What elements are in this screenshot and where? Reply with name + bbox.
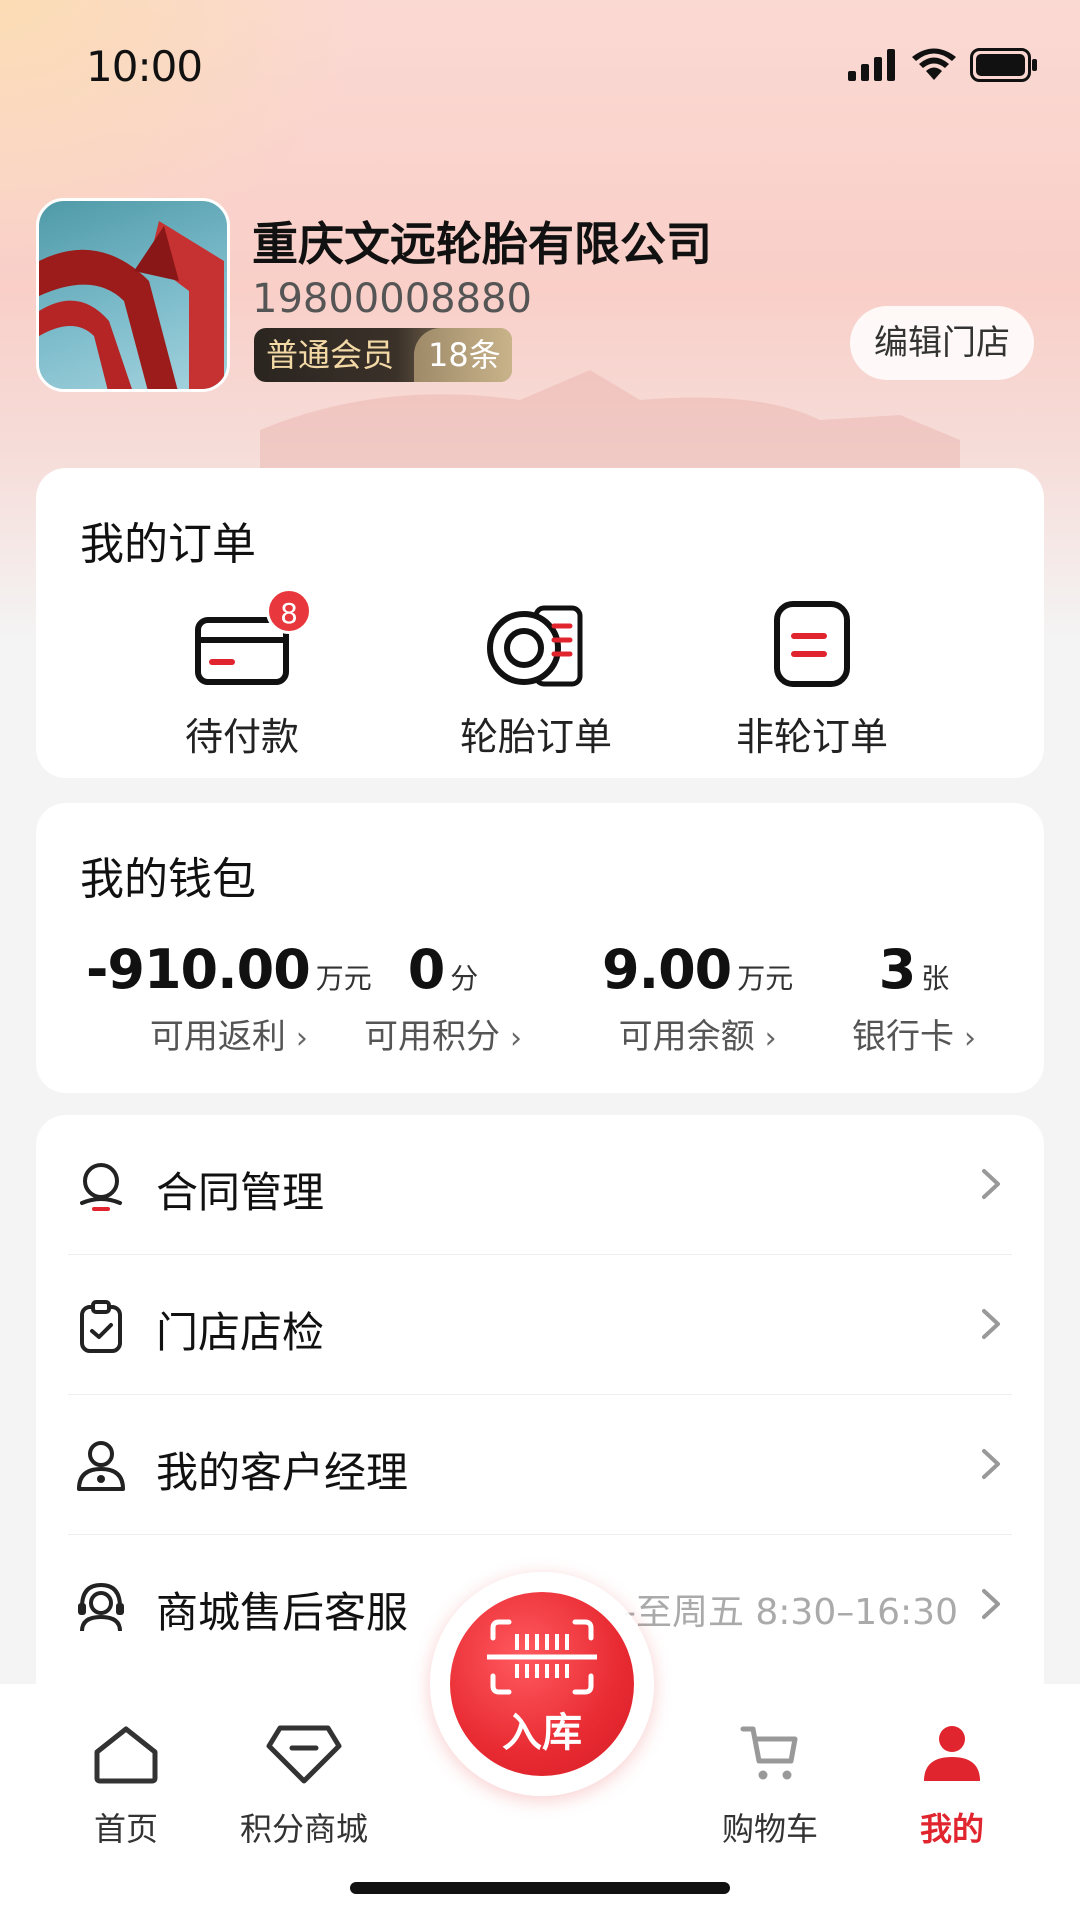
status-time: 10:00 [86, 42, 203, 91]
member-badge[interactable]: 普通会员 18条 [254, 328, 512, 382]
points-value: 0 [407, 938, 446, 1001]
chevron-right-icon: › [764, 1021, 777, 1056]
avatar-image [39, 221, 224, 389]
rebate-label: 可用返利 [149, 1017, 286, 1057]
menu-item-label: 商城售后客服 [156, 1588, 409, 1637]
menu-item-contract-management[interactable]: 合同管理 [68, 1115, 1012, 1255]
headset-icon [78, 1582, 124, 1632]
status-icons [848, 48, 1038, 82]
balance-label: 可用余额 [618, 1017, 755, 1057]
menu-item-store-inspection[interactable]: 门店店检 [68, 1255, 1012, 1395]
tab-mine[interactable]: 我的 [862, 1714, 1042, 1850]
wifi-icon [912, 48, 956, 80]
user-manager-icon [77, 1441, 125, 1491]
phone-number: 19800008880 [252, 276, 532, 322]
chevron-right-icon: › [510, 1021, 522, 1056]
order-pending-payment[interactable]: 8 待付款 [142, 588, 342, 761]
status-bar: 10:00 [0, 0, 1080, 130]
tab-home[interactable]: 首页 [36, 1714, 216, 1850]
tab-label: 购物车 [721, 1810, 818, 1848]
battery-icon [970, 48, 1037, 82]
tire-icon [487, 605, 583, 687]
clipboard-check-icon [80, 1300, 122, 1353]
balance-unit: 万元 [737, 962, 794, 995]
order-item-label: 待付款 [184, 715, 299, 759]
rebate-value: -910.00 [86, 938, 311, 1001]
bank-cards-value: 3 [878, 938, 917, 1001]
gem-icon [266, 1725, 342, 1784]
chevron-right-icon [982, 1589, 1000, 1619]
document-icon [774, 601, 850, 687]
chevron-right-icon [982, 1449, 1000, 1479]
order-non-tire-orders[interactable]: 非轮订单 [712, 588, 912, 761]
service-hours: -至周五 8:30–16:30 [622, 1592, 958, 1633]
avatar[interactable] [36, 198, 230, 392]
bank-cards-unit: 张 [921, 962, 950, 995]
menu-item-label: 我的客户经理 [156, 1448, 409, 1497]
chevron-right-icon [982, 1309, 1000, 1339]
tab-cart[interactable]: 购物车 [680, 1714, 860, 1850]
orders-title: 我的订单 [80, 519, 256, 570]
company-name: 重庆文远轮胎有限公司 [252, 217, 712, 271]
scan-in-button[interactable]: 入库 [450, 1592, 634, 1776]
home-indicator [350, 1882, 730, 1894]
bank-cards-label: 银行卡 [852, 1017, 954, 1057]
edit-store-button[interactable]: 编辑门店 [850, 306, 1034, 380]
wallet-bank-cards[interactable]: 3张 银行卡 › [852, 938, 976, 1058]
wallet-rebate[interactable]: -910.00 万元 可用返利 › [86, 938, 372, 1058]
scan-barcode-icon [487, 1619, 597, 1695]
contract-icon [80, 1163, 122, 1211]
menu-item-account-manager[interactable]: 我的客户经理 [68, 1395, 1012, 1535]
balance-value: 9.00 [602, 938, 732, 1001]
home-icon [94, 1726, 158, 1784]
member-count: 18条 [414, 328, 512, 382]
points-label: 可用积分 [364, 1017, 500, 1057]
tab-label: 我的 [919, 1810, 984, 1848]
chevron-right-icon [982, 1169, 1000, 1199]
tab-points-mall[interactable]: 积分商城 [214, 1714, 394, 1850]
points-unit: 分 [450, 962, 479, 995]
wallet-balance[interactable]: 9.00 万元 可用余额 › [602, 938, 793, 1058]
scan-in-label: 入库 [502, 1710, 582, 1756]
pending-payment-badge: 8 [266, 588, 312, 634]
wallet-points[interactable]: 0分 可用积分 › [364, 938, 522, 1058]
orders-card: 我的订单 8 待付款 轮胎订单 非轮订单 [36, 468, 1044, 778]
order-item-label: 非轮订单 [735, 715, 888, 759]
chevron-right-icon: › [295, 1021, 308, 1056]
signal-icon [848, 49, 895, 81]
order-tire-orders[interactable]: 轮胎订单 [436, 588, 636, 761]
cart-icon [740, 1726, 798, 1780]
wallet-card: 我的钱包 -910.00 万元 可用返利 › 0分 可用积分 › 9.00 万元 可用余… [36, 803, 1044, 1093]
menu-item-label: 合同管理 [156, 1168, 325, 1217]
order-item-label: 轮胎订单 [459, 715, 612, 759]
tab-label: 积分商城 [239, 1810, 368, 1848]
tab-label: 首页 [93, 1810, 158, 1848]
chevron-right-icon: › [964, 1021, 976, 1056]
menu-item-label: 门店店检 [156, 1308, 325, 1357]
member-level: 普通会员 [266, 336, 395, 374]
wallet-title: 我的钱包 [80, 854, 256, 905]
profile-icon [924, 1726, 980, 1781]
